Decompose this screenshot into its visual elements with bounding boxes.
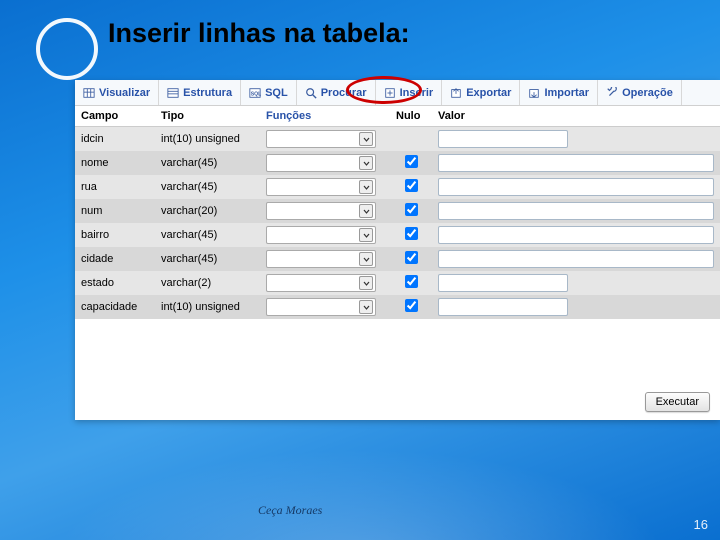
tipo-cell: varchar(45) (155, 175, 260, 199)
valor-input[interactable] (438, 226, 714, 244)
search-icon (305, 87, 317, 99)
insert-table: Campo Tipo Funções Nulo Valor idcinint(1… (75, 106, 720, 319)
valor-input[interactable] (438, 178, 714, 196)
col-nulo: Nulo (390, 106, 432, 127)
nulo-checkbox[interactable] (405, 275, 418, 288)
table-row: estadovarchar(2) (75, 271, 720, 295)
col-tipo: Tipo (155, 106, 260, 127)
col-campo: Campo (75, 106, 155, 127)
funcao-select[interactable] (266, 298, 376, 316)
table-row: cidadevarchar(45) (75, 247, 720, 271)
nulo-checkbox[interactable] (405, 251, 418, 264)
tipo-cell: varchar(45) (155, 151, 260, 175)
tab-label: Inserir (400, 87, 434, 99)
table-icon (83, 87, 95, 99)
col-funcoes: Funções (260, 106, 390, 127)
funcao-select[interactable] (266, 274, 376, 292)
funcao-select[interactable] (266, 154, 376, 172)
col-valor: Valor (432, 106, 720, 127)
wrench-icon (606, 87, 618, 99)
export-icon (450, 87, 462, 99)
tipo-cell: int(10) unsigned (155, 295, 260, 319)
nulo-checkbox[interactable] (405, 203, 418, 216)
tab-label: SQL (265, 87, 288, 99)
tab-label: Operaçõe (622, 87, 673, 99)
campo-cell: rua (75, 175, 155, 199)
slide-title: Inserir linhas na tabela: (108, 18, 410, 49)
valor-input[interactable] (438, 250, 714, 268)
tipo-cell: varchar(20) (155, 199, 260, 223)
valor-input[interactable] (438, 274, 568, 292)
chevron-down-icon (359, 252, 373, 266)
author-label: Ceça Moraes (258, 503, 322, 518)
chevron-down-icon (359, 276, 373, 290)
tab-label: Procurar (321, 87, 367, 99)
insert-icon (384, 87, 396, 99)
tab-label: Estrutura (183, 87, 232, 99)
tab-visualizar[interactable]: Visualizar (75, 80, 159, 105)
tipo-cell: varchar(45) (155, 223, 260, 247)
nulo-checkbox[interactable] (405, 179, 418, 192)
campo-cell: bairro (75, 223, 155, 247)
tipo-cell: varchar(2) (155, 271, 260, 295)
tab-sql[interactable]: SQL SQL (241, 80, 297, 105)
decorative-ring (36, 18, 98, 80)
tab-exportar[interactable]: Exportar (442, 80, 520, 105)
executar-button[interactable]: Executar (645, 392, 710, 412)
funcao-select[interactable] (266, 202, 376, 220)
struct-icon (167, 87, 179, 99)
campo-cell: capacidade (75, 295, 155, 319)
chevron-down-icon (359, 300, 373, 314)
tab-label: Importar (544, 87, 589, 99)
tab-estrutura[interactable]: Estrutura (159, 80, 241, 105)
nulo-checkbox[interactable] (405, 227, 418, 240)
phpmyadmin-panel: Visualizar Estrutura SQL SQL Procurar Inserir… (75, 80, 720, 420)
campo-cell: cidade (75, 247, 155, 271)
table-row: capacidadeint(10) unsigned (75, 295, 720, 319)
valor-input[interactable] (438, 154, 714, 172)
table-row: nomevarchar(45) (75, 151, 720, 175)
valor-input[interactable] (438, 298, 568, 316)
tab-bar: Visualizar Estrutura SQL SQL Procurar Inserir… (75, 80, 720, 106)
tab-inserir[interactable]: Inserir (376, 80, 443, 105)
campo-cell: num (75, 199, 155, 223)
table-row: ruavarchar(45) (75, 175, 720, 199)
tab-procurar[interactable]: Procurar (297, 80, 376, 105)
campo-cell: idcin (75, 127, 155, 152)
tipo-cell: varchar(45) (155, 247, 260, 271)
nulo-checkbox[interactable] (405, 155, 418, 168)
funcao-select[interactable] (266, 226, 376, 244)
footer-actions: Executar (645, 392, 710, 412)
nulo-checkbox[interactable] (405, 299, 418, 312)
chevron-down-icon (359, 156, 373, 170)
funcao-select[interactable] (266, 250, 376, 268)
campo-cell: nome (75, 151, 155, 175)
chevron-down-icon (359, 204, 373, 218)
table-row: bairrovarchar(45) (75, 223, 720, 247)
valor-input[interactable] (438, 202, 714, 220)
page-number: 16 (694, 517, 708, 532)
valor-input[interactable] (438, 130, 568, 148)
svg-text:SQL: SQL (251, 91, 261, 97)
tab-operacoes[interactable]: Operaçõe (598, 80, 682, 105)
tipo-cell: int(10) unsigned (155, 127, 260, 152)
tab-label: Exportar (466, 87, 511, 99)
funcao-select[interactable] (266, 130, 376, 148)
tab-label: Visualizar (99, 87, 150, 99)
sql-icon: SQL (249, 87, 261, 99)
decorative-gradient (0, 430, 720, 540)
table-row: idcinint(10) unsigned (75, 127, 720, 152)
funcao-select[interactable] (266, 178, 376, 196)
table-row: numvarchar(20) (75, 199, 720, 223)
chevron-down-icon (359, 132, 373, 146)
chevron-down-icon (359, 180, 373, 194)
campo-cell: estado (75, 271, 155, 295)
tab-importar[interactable]: Importar (520, 80, 598, 105)
import-icon (528, 87, 540, 99)
chevron-down-icon (359, 228, 373, 242)
